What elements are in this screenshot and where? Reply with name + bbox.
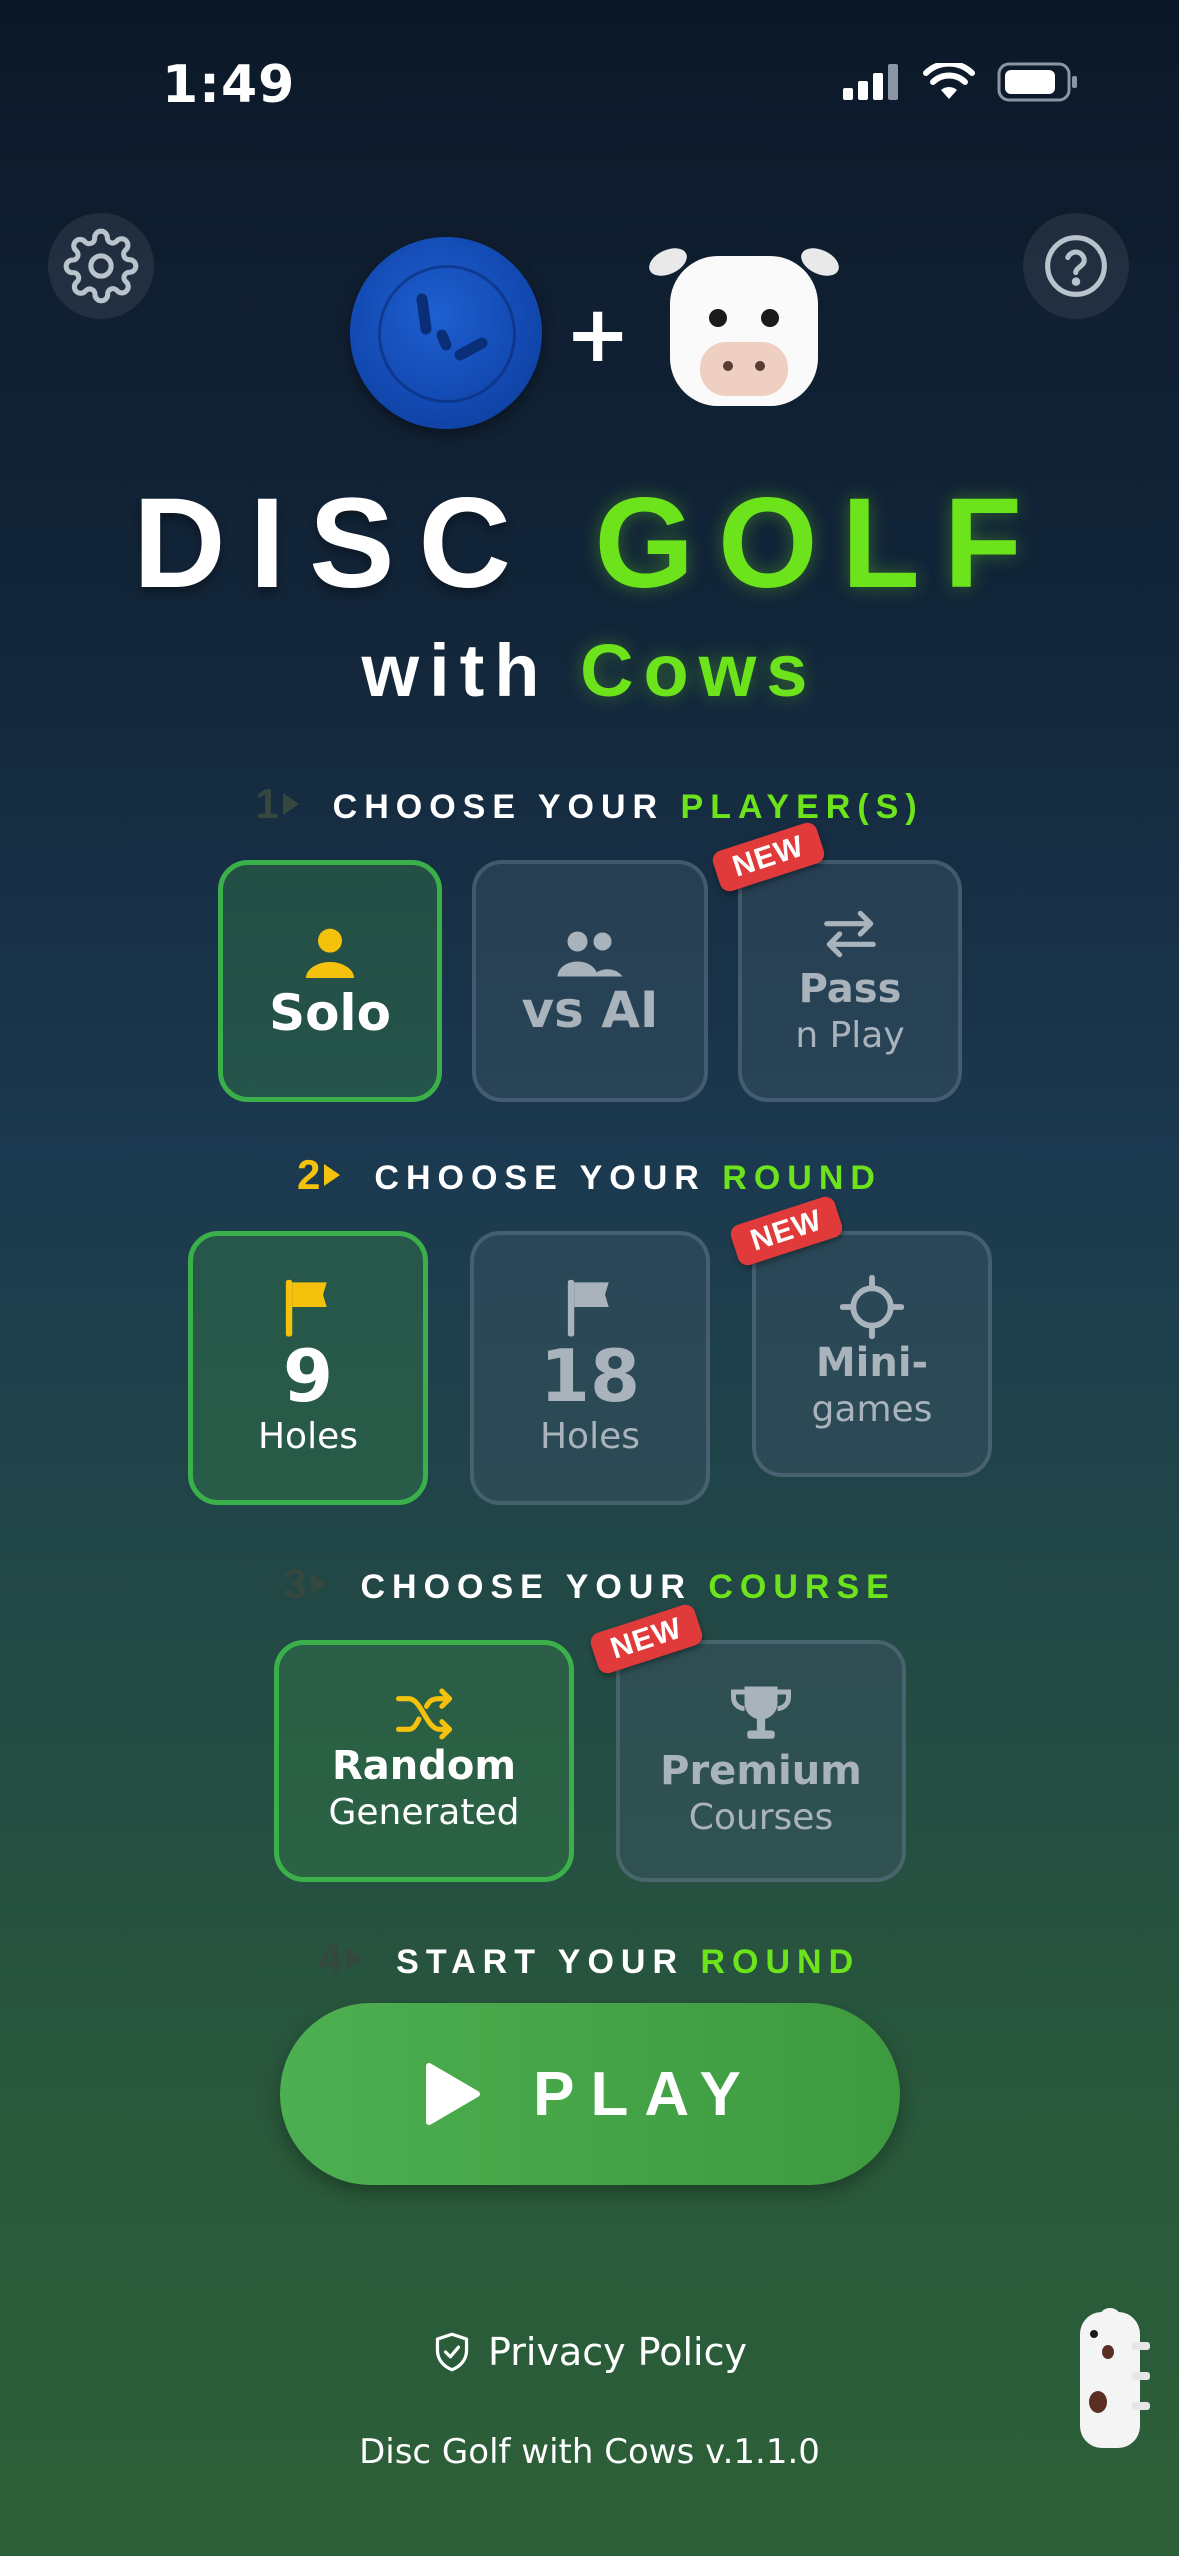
shuffle-icon [395,1688,452,1740]
step-1-heading: 1 CHOOSE YOUR PLAYER(S) [255,780,924,827]
status-icons [843,62,1079,102]
status-time: 1:49 [162,55,296,115]
gear-icon [63,228,139,304]
privacy-policy-label: Privacy Policy [488,2330,747,2374]
player-solo-card[interactable]: Solo [218,860,442,1102]
subtitle-cows: Cows [580,629,818,712]
round-minigames-card[interactable]: Mini- games [752,1231,992,1477]
crosshair-icon [840,1274,904,1339]
disc-logo-icon [350,237,542,429]
course-random-card[interactable]: Random Generated [274,1640,574,1882]
title-golf: GOLF [594,472,1046,615]
cow-mascot-icon [1080,2308,1150,2448]
subtitle-with: with [361,629,550,712]
cow-logo-icon [649,248,839,406]
logo-plus: + [565,290,631,380]
round-9-holes-card[interactable]: 9 Holes [188,1231,428,1505]
title-disc: DISC [133,472,535,615]
step-3-heading: 3 CHOOSE YOUR COURSE [283,1560,896,1607]
app-subtitle: with Cows [0,628,1179,713]
swap-arrows-icon [824,910,876,957]
round-18-holes-card[interactable]: 18 Holes [470,1231,710,1505]
help-button[interactable] [1023,213,1129,319]
flag-icon [285,1279,327,1337]
battery-icon [997,62,1077,102]
step-4-heading: 4 START YOUR ROUND [318,1935,861,1982]
course-premium-card[interactable]: Premium Courses [616,1640,906,1882]
settings-button[interactable] [48,213,154,319]
wifi-icon [923,63,975,99]
privacy-policy-link[interactable]: Privacy Policy [0,2330,1179,2374]
person-icon [306,928,354,978]
app-title: DISC GOLF [0,470,1179,617]
users-icon [557,931,623,976]
player-pass-n-play-card[interactable]: Pass n Play [738,860,962,1102]
step-2-heading: 2 CHOOSE YOUR ROUND [297,1151,882,1198]
play-label: PLAY [533,2059,757,2129]
play-icon [426,2063,481,2125]
flag-icon [567,1279,609,1337]
shield-check-icon [435,2332,469,2372]
cellular-signal-icon [843,64,898,100]
play-button[interactable]: PLAY [280,2003,900,2185]
player-vs-ai-card[interactable]: vs AI [472,860,708,1102]
app-version: Disc Golf with Cows v.1.1.0 [359,2432,820,2472]
question-circle-icon [1045,235,1107,297]
trophy-icon [731,1686,791,1739]
